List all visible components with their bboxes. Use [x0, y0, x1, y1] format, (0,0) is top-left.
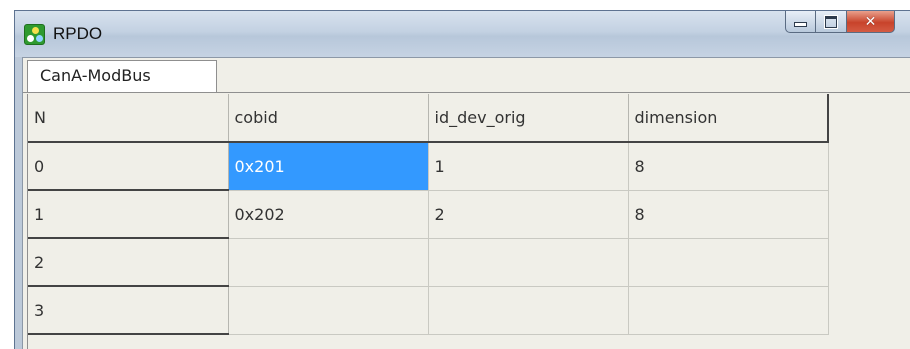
window-title: RPDO [53, 24, 103, 43]
rpdo-grid: N cobid id_dev_orig dimension 0 0x201 1 … [28, 94, 829, 335]
column-header-cobid[interactable]: cobid [228, 94, 429, 143]
column-header-id-dev-orig[interactable]: id_dev_orig [428, 94, 629, 143]
app-icon [24, 24, 45, 45]
id-dev-orig-cell[interactable]: 1 [428, 142, 629, 191]
close-button[interactable]: ✕ [847, 11, 895, 33]
row-header[interactable]: 1 [28, 190, 229, 239]
rpdo-window: RPDO ✕ CanA-ModBus N cobid id_dev_orig d… [14, 10, 910, 349]
cobid-cell[interactable]: 0x201 [228, 142, 429, 191]
dimension-cell[interactable]: 8 [628, 142, 829, 191]
data-grid-area[interactable]: N cobid id_dev_orig dimension 0 0x201 1 … [27, 94, 910, 349]
cobid-cell[interactable]: 0x202 [228, 190, 429, 239]
row-header[interactable]: 0 [28, 142, 229, 191]
title-bar[interactable]: RPDO ✕ [15, 11, 910, 57]
cobid-cell[interactable] [228, 286, 429, 335]
cobid-cell[interactable] [228, 238, 429, 287]
id-dev-orig-cell[interactable] [428, 286, 629, 335]
minimize-icon [794, 22, 807, 27]
window-controls: ✕ [785, 11, 895, 35]
close-icon: ✕ [864, 13, 877, 30]
id-dev-orig-cell[interactable] [428, 238, 629, 287]
dimension-cell[interactable] [628, 286, 829, 335]
table-row: 0 0x201 1 8 [28, 142, 829, 191]
table-row: 1 0x202 2 8 [28, 190, 829, 239]
minimize-button[interactable] [785, 11, 816, 33]
row-header[interactable]: 2 [28, 238, 229, 287]
row-header[interactable]: 3 [28, 286, 229, 335]
table-row: 2 [28, 238, 829, 287]
tab-strip: CanA-ModBus [23, 58, 910, 93]
column-header-n[interactable]: N [28, 94, 229, 143]
id-dev-orig-cell[interactable]: 2 [428, 190, 629, 239]
table-row: 3 [28, 286, 829, 335]
grid-header-row: N cobid id_dev_orig dimension [28, 94, 829, 143]
tab-cana-modbus[interactable]: CanA-ModBus [27, 60, 217, 92]
window-client-area: CanA-ModBus N cobid id_dev_orig dimensio… [22, 57, 910, 349]
dimension-cell[interactable] [628, 238, 829, 287]
maximize-icon [824, 14, 838, 29]
dimension-cell[interactable]: 8 [628, 190, 829, 239]
maximize-button[interactable] [816, 11, 847, 33]
column-header-dimension[interactable]: dimension [628, 94, 829, 143]
